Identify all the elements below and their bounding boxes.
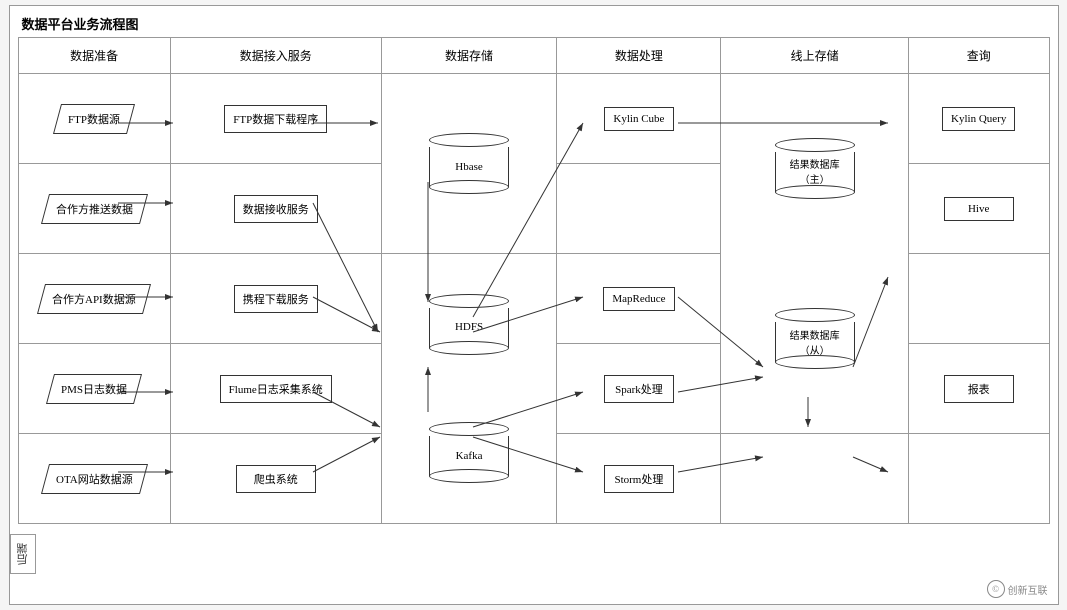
watermark: © 创新互联 bbox=[987, 580, 1048, 598]
side-label: 后端 bbox=[10, 534, 36, 574]
node-pms-log: PMS日志数据 bbox=[46, 374, 142, 404]
cell-process-mapreduce: MapReduce bbox=[557, 254, 721, 344]
node-result-db-slave: 结果数据库（从） bbox=[775, 308, 855, 369]
node-result-db-main: 结果数据库（主） bbox=[775, 138, 855, 199]
cell-process-spark: Spark处理 bbox=[557, 344, 721, 434]
cell-ingest-receive: 数据接收服务 bbox=[170, 164, 381, 254]
node-partner-push: 合作方推送数据 bbox=[41, 194, 148, 224]
cell-query-empty-2 bbox=[908, 434, 1049, 524]
cell-source-partner-api: 合作方API数据源 bbox=[18, 254, 170, 344]
node-flume: Flume日志采集系统 bbox=[220, 375, 332, 403]
main-table: 数据准备 数据接入服务 数据存储 数据处理 线上存储 查询 FTP数据源 bbox=[18, 37, 1050, 524]
cell-source-ota: OTA网站数据源 bbox=[18, 434, 170, 524]
cell-storage-hdfs-kafka: HDFS Kafka bbox=[381, 254, 557, 524]
cell-ingest-flume: Flume日志采集系统 bbox=[170, 344, 381, 434]
cell-process-empty-1 bbox=[557, 164, 721, 254]
node-spark: Spark处理 bbox=[604, 375, 674, 403]
node-ftp-download: FTP数据下载程序 bbox=[224, 105, 327, 133]
watermark-icon: © bbox=[987, 580, 1005, 598]
diagram-wrapper: 数据平台业务流程图 数据准备 数据接入服务 数据存储 数据处理 线上存储 查询 bbox=[9, 5, 1059, 605]
header-data-prep: 数据准备 bbox=[18, 38, 170, 74]
cell-query-hive: Hive bbox=[908, 164, 1049, 254]
node-hive: Hive bbox=[944, 197, 1014, 221]
cell-source-partner-push: 合作方推送数据 bbox=[18, 164, 170, 254]
node-mapreduce: MapReduce bbox=[603, 287, 674, 311]
node-crawler: 爬虫系统 bbox=[236, 465, 316, 493]
node-kylin-cube: Kylin Cube bbox=[604, 107, 674, 131]
node-report: 报表 bbox=[944, 375, 1014, 403]
node-ctrip-download: 携程下载服务 bbox=[234, 285, 318, 313]
cell-query-kylin: Kylin Query bbox=[908, 74, 1049, 164]
cell-query-report: 报表 bbox=[908, 344, 1049, 434]
header-data-ingest: 数据接入服务 bbox=[170, 38, 381, 74]
cell-query-empty-1 bbox=[908, 254, 1049, 344]
watermark-text: 创新互联 bbox=[1008, 582, 1048, 597]
diagram-title: 数据平台业务流程图 bbox=[18, 14, 1050, 33]
header-online-storage: 线上存储 bbox=[721, 38, 908, 74]
node-partner-api: 合作方API数据源 bbox=[37, 284, 151, 314]
node-ota: OTA网站数据源 bbox=[41, 464, 148, 494]
node-ftp-source: FTP数据源 bbox=[53, 104, 135, 134]
node-kylin-query: Kylin Query bbox=[942, 107, 1015, 131]
cell-process-kylin: Kylin Cube bbox=[557, 74, 721, 164]
header-data-storage: 数据存储 bbox=[381, 38, 557, 74]
header-query: 查询 bbox=[908, 38, 1049, 74]
node-hdfs: HDFS bbox=[429, 294, 509, 355]
cell-source-pms: PMS日志数据 bbox=[18, 344, 170, 434]
node-storm: Storm处理 bbox=[604, 465, 674, 493]
cell-online-storage: 结果数据库（主） 结果数据库（从） bbox=[721, 74, 908, 434]
node-kafka: Kafka bbox=[429, 422, 509, 483]
node-hbase: Hbase bbox=[429, 133, 509, 194]
header-data-process: 数据处理 bbox=[557, 38, 721, 74]
cell-ingest-crawler: 爬虫系统 bbox=[170, 434, 381, 524]
cell-storage-hbase-hdfs: Hbase bbox=[381, 74, 557, 254]
node-data-receive: 数据接收服务 bbox=[234, 195, 318, 223]
cell-online-empty bbox=[721, 434, 908, 524]
cell-source-ftp: FTP数据源 bbox=[18, 74, 170, 164]
cell-process-storm: Storm处理 bbox=[557, 434, 721, 524]
cell-ingest-ftp: FTP数据下载程序 bbox=[170, 74, 381, 164]
cell-ingest-ctrip: 携程下载服务 bbox=[170, 254, 381, 344]
